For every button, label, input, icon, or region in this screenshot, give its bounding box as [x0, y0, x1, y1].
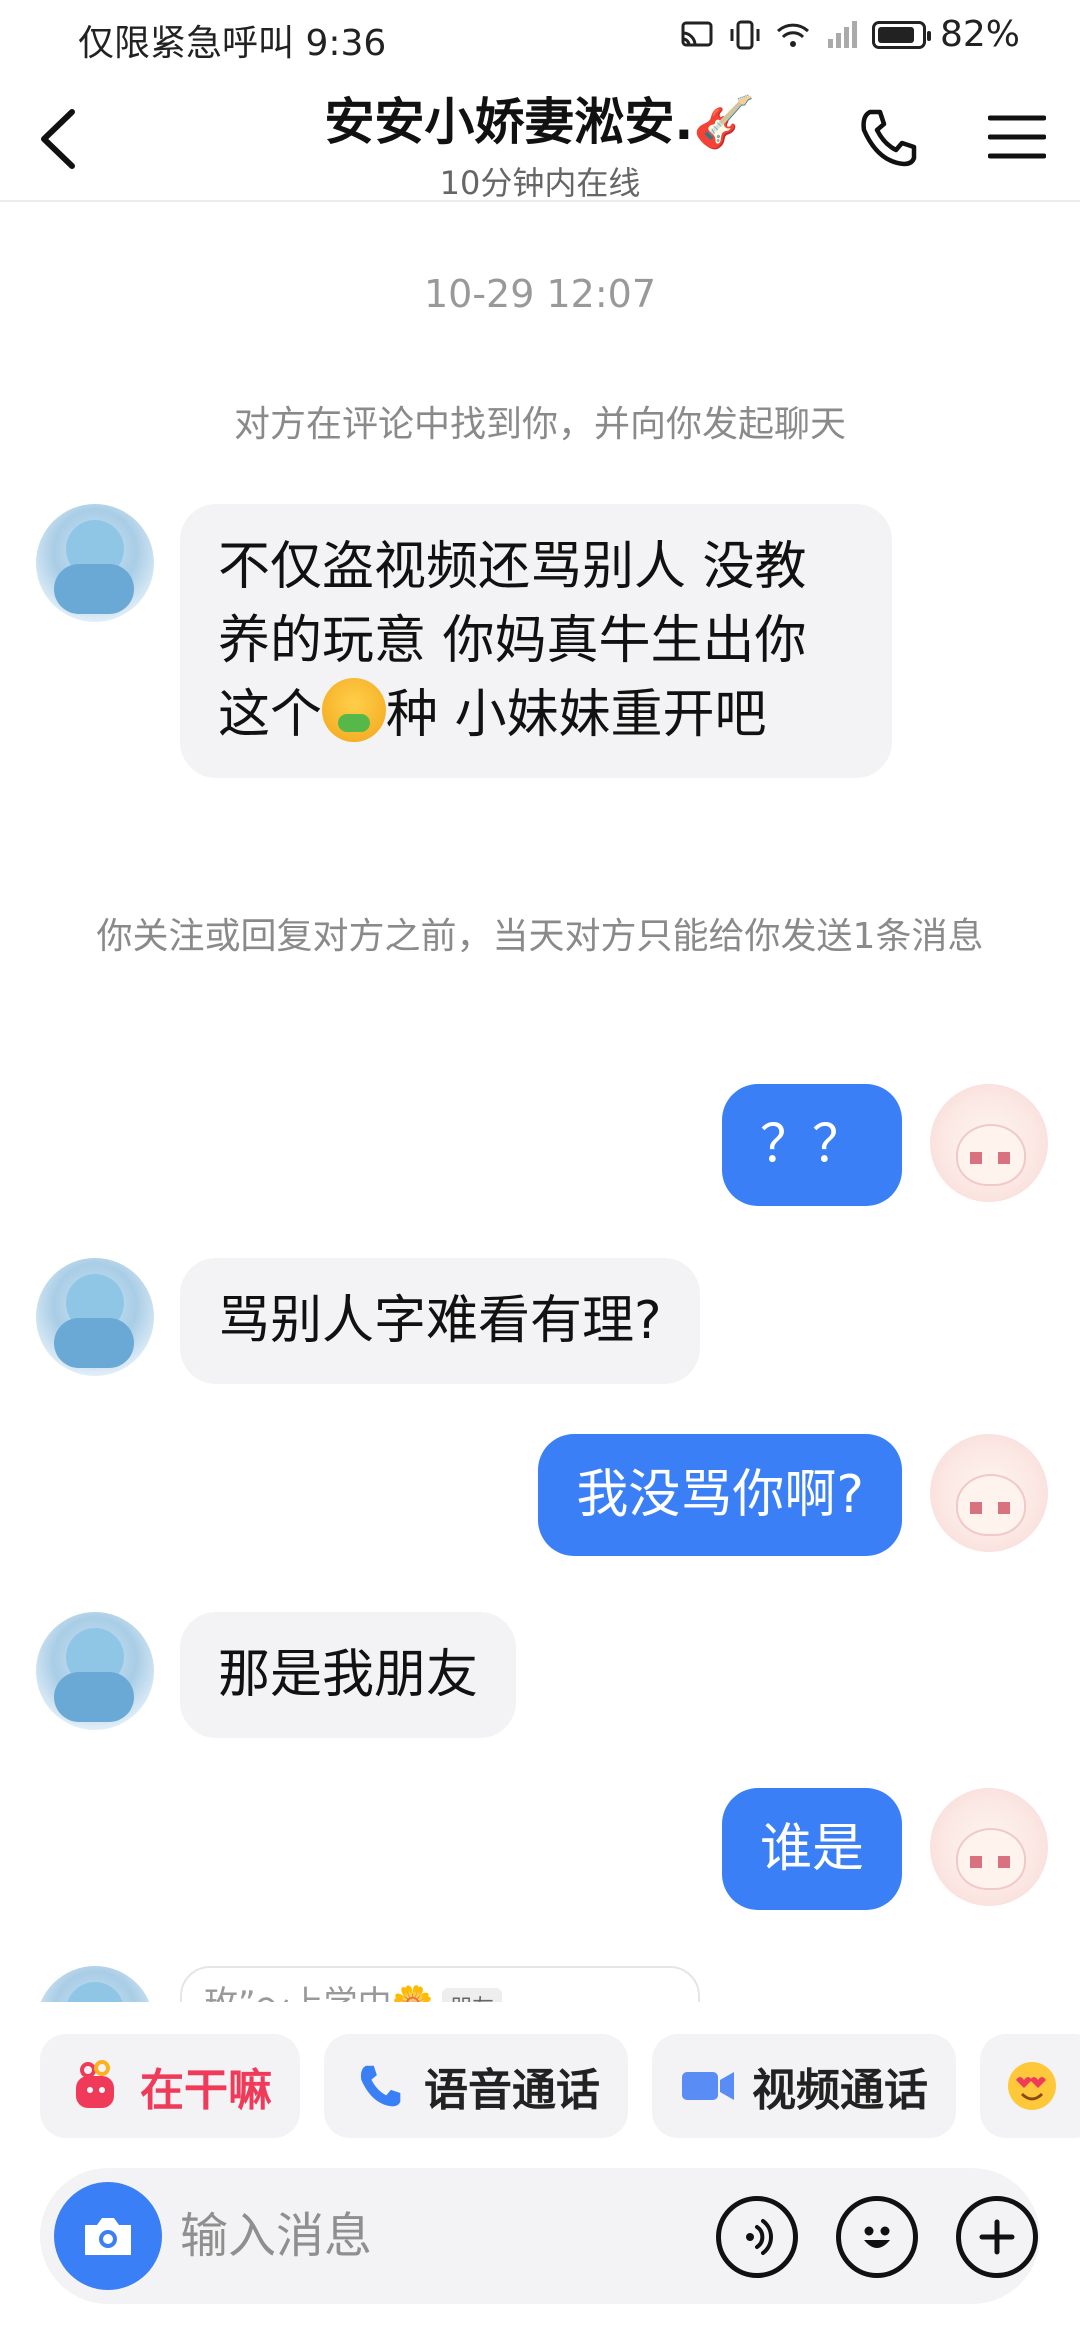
voice-input-button[interactable] — [716, 2196, 798, 2278]
chat-header: 安安小娇妻淞安.🎸 10分钟内在线 — [0, 72, 1080, 202]
voice-wave-icon — [746, 2219, 773, 2255]
battery-icon — [871, 20, 931, 49]
smiley-icon — [864, 2226, 890, 2248]
contact-avatar[interactable] — [36, 504, 154, 622]
message-input-bar — [40, 2168, 1040, 2304]
menu-button[interactable] — [987, 112, 1047, 162]
quick-action-voice-call[interactable]: 语音通话 — [324, 2034, 628, 2138]
nauseated-face-icon — [322, 678, 387, 742]
quick-action-whats-up[interactable]: 在干嘛 — [40, 2034, 300, 2138]
contact-avatar[interactable] — [36, 1612, 154, 1730]
status-bar: 仅限紧急呼叫 9:36 82% — [0, 0, 1080, 72]
status-icons: 82% — [680, 14, 1020, 55]
message-text: 骂别人字难看有理? — [218, 1291, 662, 1351]
camera-button[interactable] — [54, 2182, 162, 2290]
quick-actions: 在干嘛 语音通话 视频通话 — [40, 2034, 1080, 2138]
message-input[interactable] — [180, 2198, 660, 2274]
message-bubble-incoming[interactable]: 骂别人字难看有理? — [180, 1258, 700, 1384]
message-text: 我没骂你啊? — [576, 1465, 864, 1525]
heart-eyes-emoji-icon — [1004, 2058, 1060, 2114]
camera-icon — [85, 2218, 131, 2255]
my-avatar[interactable] — [930, 1434, 1048, 1552]
video-camera-icon — [680, 2058, 736, 2114]
message-text: ？？ — [759, 1115, 864, 1175]
message-text: 种 小妹妹重开吧 — [386, 685, 767, 745]
phone-icon — [352, 2058, 408, 2114]
card-text: 玫”～上学中🌼 — [204, 1984, 434, 2002]
system-message: 你关注或回复对方之前，当天对方只能给你发送1条消息 — [96, 916, 984, 957]
quick-action-label: 语音通话 — [424, 2065, 600, 2116]
wave-hand-icon — [68, 2058, 124, 2114]
contact-avatar[interactable] — [36, 1258, 154, 1376]
message-text: 那是我朋友 — [218, 1645, 479, 1705]
phone-call-button[interactable] — [856, 106, 920, 170]
quick-action-label: 在干嘛 — [140, 2065, 272, 2116]
contact-avatar[interactable] — [36, 1966, 154, 2002]
my-avatar[interactable] — [930, 1084, 1048, 1202]
my-avatar[interactable] — [930, 1788, 1048, 1906]
message-bubble-incoming[interactable]: 那是我朋友 — [180, 1612, 517, 1738]
quick-action-label: 视频通话 — [752, 2065, 928, 2116]
emoji-button[interactable] — [836, 2196, 918, 2278]
message-bubble-outgoing[interactable]: ？？ — [721, 1084, 902, 1206]
plus-icon — [979, 2219, 1015, 2255]
battery-percent: 82% — [939, 14, 1020, 55]
vibrate-icon — [728, 19, 762, 51]
shared-card-preview[interactable]: 玫”～上学中🌼 朋友 — [180, 1966, 700, 2002]
cast-icon — [680, 19, 714, 51]
signal-icon — [824, 19, 858, 51]
system-message: 对方在评论中找到你，并向你发起聊天 — [233, 404, 846, 445]
friend-tag: 朋友 — [441, 1988, 502, 2002]
message-bubble-incoming[interactable]: 不仅盗视频还骂别人 没教养的玩意 你妈真牛生出你这个种 小妹妹重开吧 — [180, 504, 892, 778]
timestamp: 10-29 12:07 — [423, 272, 656, 316]
message-text: 谁是 — [759, 1819, 864, 1879]
quick-action-emoji[interactable] — [980, 2034, 1080, 2138]
chat-area[interactable]: 10-29 12:07 对方在评论中找到你，并向你发起聊天 不仅盗视频还骂别人 … — [0, 202, 1080, 2002]
wifi-icon — [776, 19, 810, 51]
more-button[interactable] — [956, 2196, 1038, 2278]
message-bubble-outgoing[interactable]: 谁是 — [721, 1788, 902, 1910]
message-bubble-outgoing[interactable]: 我没骂你啊? — [538, 1434, 902, 1556]
quick-action-video-call[interactable]: 视频通话 — [652, 2034, 956, 2138]
status-time: 仅限紧急呼叫 9:36 — [78, 23, 387, 64]
